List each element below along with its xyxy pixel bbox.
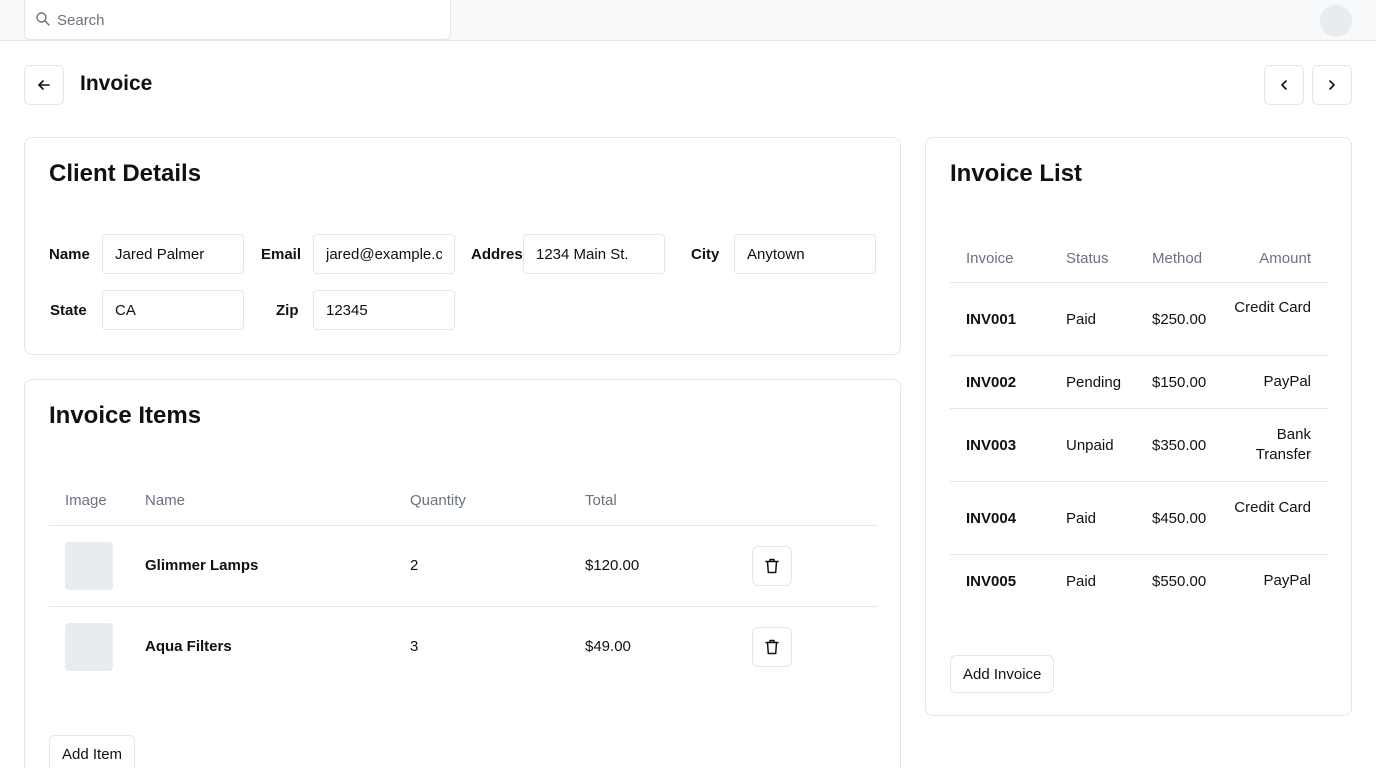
page-title: Invoice	[80, 72, 153, 95]
zip-field[interactable]	[313, 290, 455, 330]
search-input[interactable]	[57, 10, 437, 30]
add-invoice-button[interactable]: Add Invoice	[950, 655, 1055, 693]
city-label: City	[691, 246, 720, 263]
column-header-image: Image	[65, 492, 107, 509]
client-details-title: Client Details	[49, 160, 202, 187]
invoice-status: Paid	[1066, 573, 1097, 590]
back-button[interactable]	[24, 65, 64, 105]
divider	[49, 606, 878, 607]
divider	[950, 408, 1328, 409]
address-label: Address	[471, 246, 525, 263]
zip-label: Zip	[276, 302, 299, 319]
item-image	[65, 542, 113, 590]
invoice-items-card: Invoice Items Image Name Quantity Total …	[24, 379, 901, 768]
invoice-amount: Credit Card	[1234, 299, 1311, 316]
column-header-name: Name	[145, 492, 186, 509]
trash-icon	[765, 558, 779, 574]
divider	[950, 554, 1328, 555]
invoice-method: $250.00	[1152, 311, 1207, 328]
column-header-quantity: Quantity	[410, 492, 466, 509]
invoice-status: Unpaid	[1066, 437, 1114, 454]
invoice-status: Pending	[1066, 374, 1122, 391]
delete-item-button[interactable]	[752, 627, 792, 667]
chevron-left-icon	[1281, 80, 1287, 90]
invoice-id: INV004	[966, 510, 1017, 527]
invoice-list-card: Invoice List Invoice Status Method Amoun…	[925, 137, 1352, 716]
address-field[interactable]	[523, 234, 665, 274]
item-name: Aqua Filters	[145, 638, 232, 655]
avatar[interactable]	[1320, 5, 1352, 37]
invoice-id: INV005	[966, 573, 1017, 590]
trash-icon	[765, 639, 779, 655]
divider	[950, 355, 1328, 356]
invoice-method: $350.00	[1152, 437, 1207, 454]
invoice-method: $150.00	[1152, 374, 1207, 391]
name-field[interactable]	[102, 234, 244, 274]
top-bar	[0, 0, 1376, 41]
column-header-status: Status	[1066, 250, 1109, 267]
invoice-amount: PayPal	[1263, 572, 1311, 589]
invoice-status: Paid	[1066, 311, 1097, 328]
invoice-id: INV001	[966, 311, 1017, 328]
chevron-right-icon	[1329, 80, 1335, 90]
item-total: $120.00	[585, 557, 640, 574]
invoice-id: INV002	[966, 374, 1017, 391]
item-quantity: 3	[410, 638, 419, 655]
arrow-left-icon	[38, 80, 50, 90]
invoice-status: Paid	[1066, 510, 1097, 527]
search-box[interactable]	[24, 0, 451, 40]
delete-item-button[interactable]	[752, 546, 792, 586]
column-header-total: Total	[585, 492, 617, 509]
city-field[interactable]	[734, 234, 876, 274]
item-quantity: 2	[410, 557, 419, 574]
item-image	[65, 623, 113, 671]
invoice-list-title: Invoice List	[950, 160, 1083, 187]
client-details-card: Client Details Name Email Address City S…	[24, 137, 901, 355]
item-name: Glimmer Lamps	[145, 557, 259, 574]
name-label: Name	[49, 246, 90, 263]
add-item-button[interactable]: Add Item	[49, 735, 136, 768]
divider	[950, 481, 1328, 482]
invoice-method: $550.00	[1152, 573, 1207, 590]
next-button[interactable]	[1312, 65, 1352, 105]
column-header-amount: Amount	[1259, 250, 1311, 267]
item-total: $49.00	[585, 638, 631, 655]
divider	[49, 525, 878, 526]
column-header-method: Method	[1152, 250, 1203, 267]
invoice-id: INV003	[966, 437, 1017, 454]
invoice-method: $450.00	[1152, 510, 1207, 527]
email-field[interactable]	[313, 234, 455, 274]
state-field[interactable]	[102, 290, 244, 330]
email-label: Email	[261, 246, 302, 263]
state-label: State	[50, 302, 87, 319]
invoice-items-title: Invoice Items	[49, 402, 202, 429]
invoice-amount: PayPal	[1263, 373, 1311, 390]
invoice-amount: Credit Card	[1234, 499, 1311, 516]
search-icon	[36, 12, 50, 26]
invoice-amount: Bank Transfer	[1255, 426, 1311, 463]
divider	[950, 282, 1328, 283]
column-header-invoice: Invoice	[966, 250, 1014, 267]
previous-button[interactable]	[1264, 65, 1304, 105]
